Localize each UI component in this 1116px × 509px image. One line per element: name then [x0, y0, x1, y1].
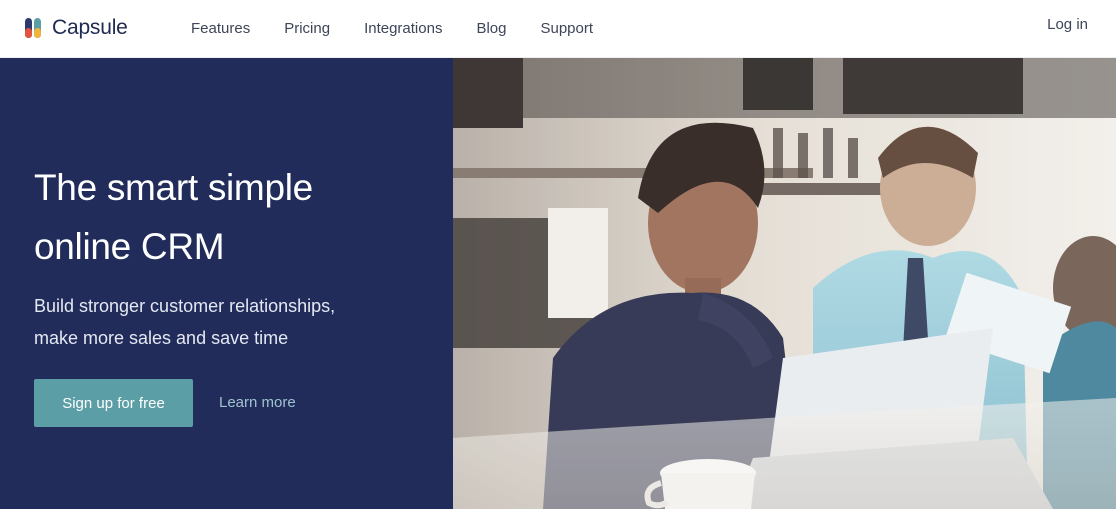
hero-panel: The smart simple online CRM Build strong…: [0, 58, 453, 509]
brand-name: Capsule: [52, 16, 128, 39]
hero-headline: The smart simple online CRM: [34, 158, 434, 276]
hero-photo: [453, 58, 1116, 509]
hero-headline-line-2: online CRM: [34, 226, 225, 267]
brand-logo-link[interactable]: Capsule: [24, 14, 128, 42]
hero-subheading-line-1: Build stronger customer relationships,: [34, 296, 336, 316]
people-working-on-laptops-in-cafe-image: [453, 58, 1116, 509]
main-nav: Features Pricing Integrations Blog Suppo…: [191, 17, 593, 39]
nav-item-blog[interactable]: Blog: [476, 20, 506, 37]
hero-headline-line-1: The smart simple: [34, 167, 313, 208]
learn-more-link[interactable]: Learn more: [219, 394, 296, 411]
hero-subheading: Build stronger customer relationships, m…: [34, 290, 414, 354]
login-link[interactable]: Log in: [1047, 16, 1088, 33]
nav-item-integrations[interactable]: Integrations: [364, 20, 442, 37]
nav-item-support[interactable]: Support: [540, 20, 593, 37]
signup-button[interactable]: Sign up for free: [34, 379, 193, 427]
capsule-logo-icon: [25, 18, 41, 38]
nav-item-pricing[interactable]: Pricing: [284, 20, 330, 37]
top-navigation-bar: Capsule Features Pricing Integrations Bl…: [0, 0, 1116, 58]
nav-item-features[interactable]: Features: [191, 20, 250, 37]
hero-subheading-line-2: make more sales and save time: [34, 328, 289, 348]
